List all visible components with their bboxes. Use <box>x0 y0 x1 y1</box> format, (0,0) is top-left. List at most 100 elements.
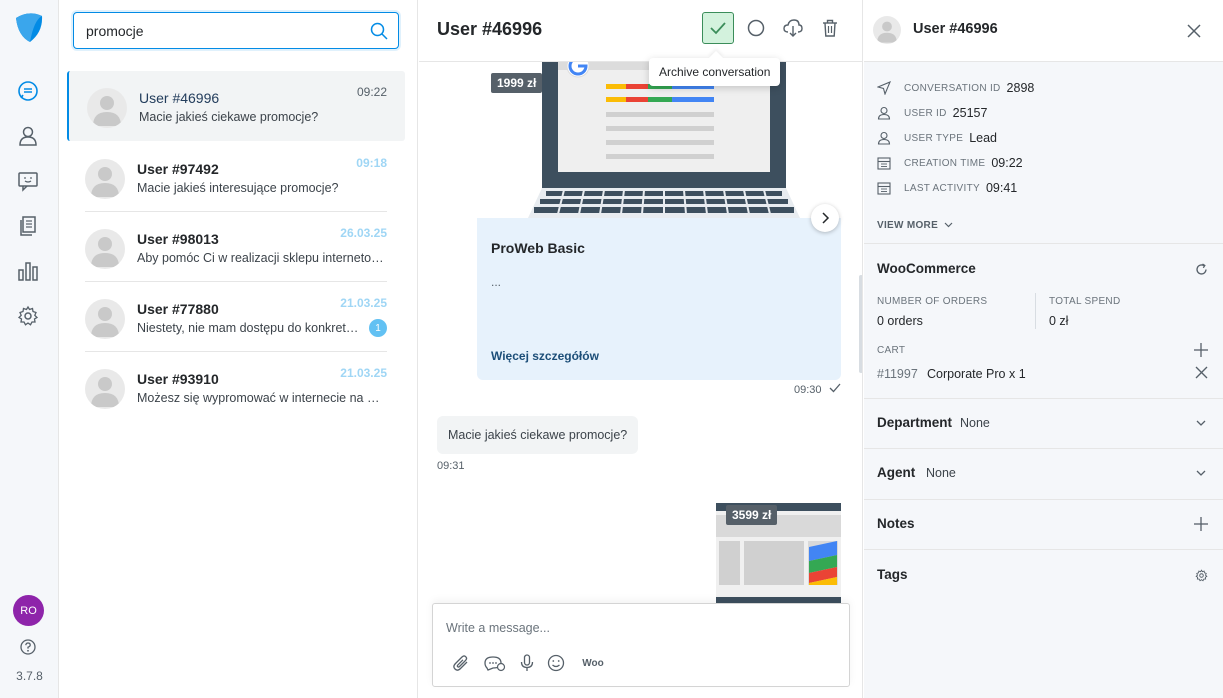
user-icon <box>877 106 891 120</box>
info-conversation-id: Conversation ID 2898 <box>877 79 1034 97</box>
chat-panel: User #46996 Archive conversation 1999 zł… <box>419 0 863 698</box>
info-user-id: User ID 25157 <box>877 104 987 122</box>
product-description: ... <box>491 275 502 289</box>
conversation-item[interactable]: User #97492 09:18 Macie jakieś interesuj… <box>67 142 405 212</box>
microphone-icon <box>520 654 534 671</box>
nav-settings-icon[interactable] <box>16 304 40 328</box>
view-more-button[interactable]: VIEW MORE <box>877 220 953 231</box>
user-icon <box>877 131 891 145</box>
details-panel: User #46996 Conversation ID 2898 User ID… <box>864 0 1223 698</box>
second-product-price: 3599 zł <box>726 505 778 525</box>
message-time: 09:31 <box>437 460 465 472</box>
conversation-item[interactable]: User #77880 21.03.25 Niestety, nie mam d… <box>67 282 405 352</box>
agent-initials: RO <box>20 604 37 617</box>
conversation-time: 09:22 <box>356 85 387 99</box>
nav-users-icon[interactable] <box>16 124 40 148</box>
refresh-icon[interactable] <box>1192 260 1210 278</box>
agent-avatar[interactable]: RO <box>13 595 44 626</box>
emoji-button[interactable] <box>545 652 567 674</box>
app-logo-icon[interactable] <box>14 12 44 44</box>
message-time: 09:30 <box>794 384 822 396</box>
nav-articles-icon[interactable] <box>16 214 40 238</box>
nav-reports-icon[interactable] <box>16 259 40 283</box>
conversation-item[interactable]: User #98013 26.03.25 Aby pomóc Ci w real… <box>67 212 405 282</box>
info-value: 25157 <box>952 106 988 120</box>
info-label: User type <box>904 132 964 144</box>
department-label: Department <box>877 415 953 430</box>
voice-message-button[interactable] <box>516 652 538 674</box>
download-button[interactable] <box>777 12 809 44</box>
info-value: 2898 <box>1006 81 1035 95</box>
cart-item-name: Corporate Pro x 1 <box>927 367 1026 381</box>
conversation-time: 21.03.25 <box>340 366 387 380</box>
add-cart-item-icon[interactable] <box>1192 341 1210 359</box>
product-title: ProWeb Basic <box>491 240 585 256</box>
read-check-icon <box>829 383 841 393</box>
conversation-last-message: Niestety, nie mam dostępu do konkretnych… <box>137 321 363 335</box>
chat-header: User #46996 <box>419 0 862 62</box>
chevron-down-icon[interactable] <box>1192 414 1210 432</box>
info-label: User ID <box>904 107 947 119</box>
details-title: User #46996 <box>913 21 998 37</box>
close-details-button[interactable] <box>1183 20 1205 42</box>
chevron-down-icon[interactable] <box>1192 464 1210 482</box>
check-icon <box>710 22 726 35</box>
info-user-type: User type Lead <box>877 129 997 147</box>
remove-cart-item-icon[interactable] <box>1192 363 1210 381</box>
department-value[interactable]: None <box>960 416 990 430</box>
nav-conversations-icon[interactable] <box>16 79 40 103</box>
agent-label: Agent <box>877 465 916 480</box>
search-input[interactable] <box>86 21 356 41</box>
circle-icon <box>747 19 765 37</box>
send-icon <box>877 81 891 95</box>
archive-tooltip: Archive conversation <box>649 58 781 86</box>
close-icon <box>1187 24 1201 38</box>
user-avatar <box>87 88 127 128</box>
divider <box>864 549 1223 550</box>
conversation-item[interactable]: User #93910 21.03.25 Możesz się wypromow… <box>67 352 405 422</box>
message-composer: Woo <box>432 603 850 687</box>
saved-replies-button[interactable] <box>484 652 506 674</box>
gear-icon[interactable] <box>1192 566 1210 584</box>
message-input[interactable] <box>446 621 826 641</box>
search-icon[interactable] <box>370 22 388 40</box>
orders-value: 0 orders <box>877 314 923 328</box>
nav-chatbot-icon[interactable] <box>16 169 40 193</box>
chat-title: User #46996 <box>437 19 543 39</box>
chat-scrollbar[interactable] <box>859 275 862 373</box>
agent-value[interactable]: None <box>926 466 956 480</box>
smiley-icon <box>547 654 565 672</box>
delete-button[interactable] <box>814 12 846 44</box>
conversation-last-message: Możesz się wypromować w internecie na wi… <box>137 391 385 405</box>
conversation-last-message: Macie jakieś ciekawe promocje? <box>139 110 319 124</box>
notes-label: Notes <box>877 516 915 531</box>
chat-bubbles-icon <box>484 656 506 672</box>
tags-label: Tags <box>877 567 908 582</box>
divider <box>864 499 1223 500</box>
help-icon[interactable] <box>20 639 36 655</box>
attachment-button[interactable] <box>450 652 472 674</box>
main-nav: RO 3.7.8 <box>0 0 59 698</box>
product-details-link[interactable]: Więcej szczegółów <box>491 349 599 363</box>
app-version: 3.7.8 <box>16 669 43 683</box>
cart-item-id: #11997 <box>877 367 918 381</box>
woocommerce-title: WooCommerce <box>877 261 976 276</box>
info-creation-time: Creation time 09:22 <box>877 154 1023 172</box>
conversation-item[interactable]: User #46996 09:22 Macie jakieś ciekawe p… <box>67 71 405 141</box>
mark-unread-button[interactable] <box>740 12 772 44</box>
woocommerce-button[interactable]: Woo <box>580 652 606 674</box>
conversation-user-name: User #77880 <box>137 301 219 317</box>
info-value: Lead <box>969 131 998 145</box>
conversation-time: 09:18 <box>356 156 387 170</box>
search-box[interactable] <box>73 12 399 49</box>
spend-label: Total spend <box>1049 296 1121 307</box>
archive-button[interactable] <box>702 12 734 44</box>
paperclip-icon <box>453 655 468 671</box>
add-note-icon[interactable] <box>1192 515 1210 533</box>
chevron-down-icon <box>944 220 953 231</box>
carousel-next-button[interactable] <box>811 204 839 232</box>
info-last-activity: Last activity 09:41 <box>877 179 1017 197</box>
product-card: ProWeb Basic ... Więcej szczegółów <box>477 218 841 380</box>
unread-badge: 1 <box>369 319 387 337</box>
conversation-time: 21.03.25 <box>340 296 387 310</box>
